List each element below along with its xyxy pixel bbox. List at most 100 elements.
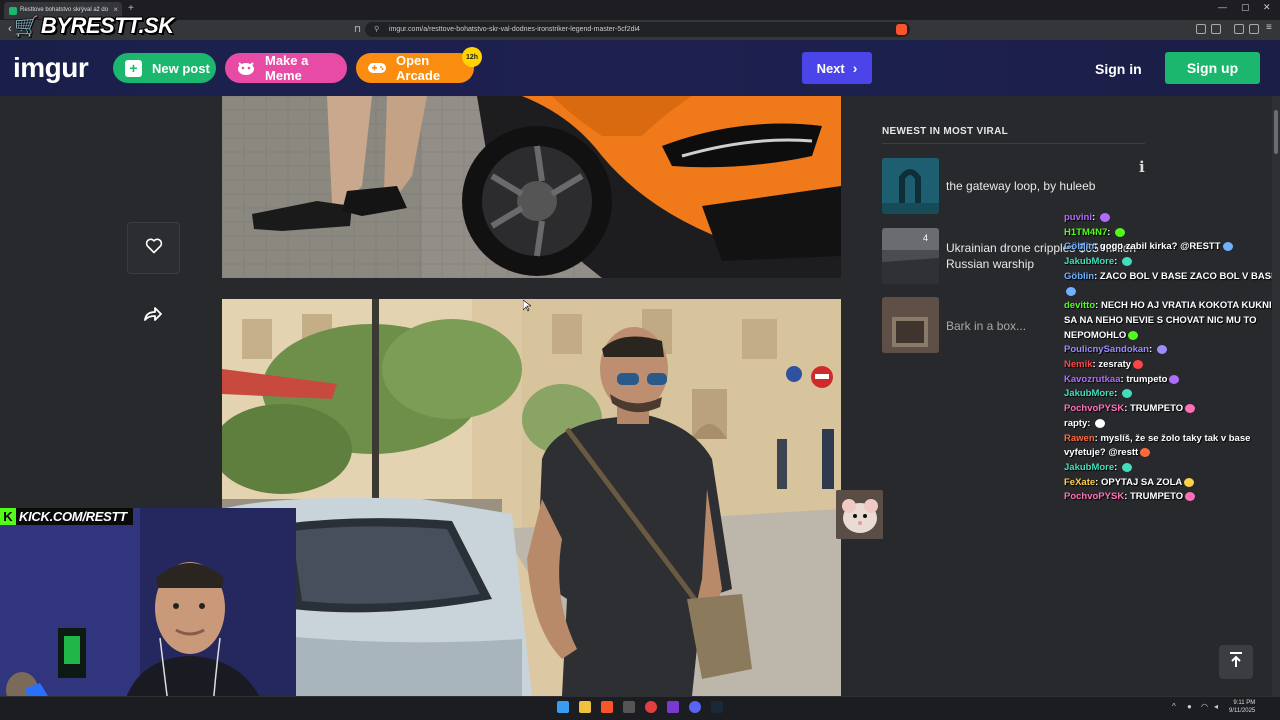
chat-separator: : — [1149, 344, 1155, 356]
wallet-icon[interactable] — [1211, 24, 1221, 34]
chat-username: H1TM4N7 — [1064, 226, 1108, 238]
sidebar-item-title[interactable]: the gateway loop, by huleeb — [946, 178, 1146, 194]
make-meme-label: Make a Meme — [265, 53, 309, 83]
info-icon[interactable]: i — [1139, 158, 1145, 176]
sidebar-thumb-bark[interactable] — [882, 297, 939, 353]
chat-message: puvini: — [1064, 211, 1278, 226]
tray-time: 9:11 PM — [1233, 700, 1256, 706]
streamer-webcam — [0, 508, 296, 720]
meme-face-icon — [237, 59, 255, 77]
brave-browser-icon[interactable] — [601, 701, 613, 713]
scroll-to-top-button[interactable] — [1219, 645, 1253, 679]
new-post-label: New post — [152, 60, 210, 76]
mouse-cursor-icon — [523, 300, 531, 312]
chat-message: Göblin: ZACO BOL V BASE ZACO BOL V BASE — [1064, 270, 1278, 299]
page-scrollbar[interactable] — [1272, 96, 1280, 696]
open-arcade-button[interactable]: Open Arcade — [356, 53, 474, 83]
chat-emote-icon — [1121, 462, 1132, 472]
wifi-icon[interactable]: ◠ — [1201, 702, 1208, 711]
mic-icon[interactable]: ● — [1187, 702, 1192, 711]
chevron-right-icon: › — [852, 60, 858, 76]
scrollbar-thumb[interactable] — [1274, 110, 1278, 154]
obs-icon[interactable] — [645, 701, 657, 713]
arrow-up-icon — [1229, 651, 1243, 673]
url-text: imgur.com/a/resttove-bohatstvo-skr-val-d… — [389, 26, 640, 33]
cart-icon: 🛒 — [14, 15, 39, 38]
tray-chevron-icon[interactable]: ^ — [1172, 702, 1176, 711]
chat-emote-icon — [1115, 227, 1126, 237]
terminal-icon[interactable] — [623, 701, 635, 713]
post-image-man — [222, 299, 841, 696]
chat-emote-icon — [1156, 345, 1167, 355]
address-bar[interactable]: ⚲ imgur.com/a/resttove-bohatstvo-skr-val… — [365, 22, 910, 37]
site-info-icon[interactable]: ⚲ — [374, 25, 379, 33]
kick-channel-banner: K KICK.COM/RESTT — [0, 508, 133, 525]
plus-icon: + — [125, 59, 142, 77]
next-post-button[interactable]: Next › — [802, 52, 872, 84]
back-icon[interactable]: ‹ — [8, 23, 12, 35]
sidebar-thumb-gateway[interactable] — [882, 158, 939, 214]
chat-message: Nemik: zesraty — [1064, 358, 1278, 373]
chat-separator: : — [1114, 461, 1120, 473]
browser-tab-bar: Resttove bohatstvo skrýval až do × + — ▢… — [0, 0, 1280, 20]
minimize-icon[interactable]: — — [1218, 2, 1227, 12]
chat-username: JakubMore — [1064, 461, 1115, 473]
kick-logo-icon: K — [0, 508, 16, 525]
steam-icon[interactable] — [711, 701, 723, 713]
favorite-button[interactable] — [127, 222, 180, 274]
chat-username: PochvoPYSK — [1064, 403, 1125, 415]
app-icon[interactable] — [667, 701, 679, 713]
chat-message: JakubMore: — [1064, 255, 1278, 270]
chat-emote-icon — [1066, 286, 1076, 296]
bookmark-icon[interactable]: ⊓ — [354, 24, 361, 35]
chat-emote-icon — [1121, 257, 1132, 267]
chat-separator: : — [1114, 256, 1120, 268]
chat-message: Kavozrutkaa: trumpeto — [1064, 373, 1278, 388]
chat-username: FeXate — [1064, 476, 1096, 488]
menu-icon[interactable]: ≡ — [1266, 22, 1272, 33]
mouse-reaction-image — [836, 490, 883, 539]
file-explorer-icon[interactable] — [579, 701, 591, 713]
stream-logo: 🛒 BYRESTT.SK — [14, 12, 174, 40]
chat-username: PochvoPYSK — [1064, 491, 1125, 503]
brave-shields-icon[interactable] — [896, 24, 907, 35]
make-meme-button[interactable]: Make a Meme — [225, 53, 347, 83]
next-label: Next — [816, 60, 845, 76]
maximize-icon[interactable]: ▢ — [1241, 2, 1250, 13]
chat-message: Rawen: myslíš, že se žolo taky tak v bas… — [1064, 432, 1278, 461]
chat-message: devitto: NECH HO AJ VRATIA KOKOTA KUKNI … — [1064, 299, 1278, 343]
chat-text: ZACO BOL V BASE ZACO BOL V BASE — [1099, 270, 1278, 282]
chat-emote-icon — [1140, 448, 1151, 458]
chat-emote-icon — [1095, 418, 1106, 428]
chat-username: Göblin — [1064, 241, 1095, 253]
sidebar-title: NEWEST IN MOST VIRAL — [882, 126, 1008, 137]
sidebar-thumb-drone[interactable] — [882, 228, 939, 284]
chat-username: puvini — [1064, 212, 1092, 223]
chat-emote-icon — [1099, 212, 1110, 222]
chat-message: JakubMore: — [1064, 461, 1278, 476]
new-post-button[interactable]: + New post — [113, 53, 216, 83]
extensions-icon[interactable] — [1196, 24, 1206, 34]
chat-separator: : — [1087, 417, 1094, 429]
share-arrow-icon — [143, 306, 163, 327]
start-icon[interactable] — [557, 701, 569, 713]
share-button[interactable] — [140, 303, 166, 329]
chat-text: trumpeto — [1126, 373, 1168, 385]
chat-message: PoulicnySandokan: — [1064, 343, 1278, 358]
sidebar-icon[interactable] — [1249, 24, 1259, 34]
imgur-logo[interactable]: imgur — [13, 52, 89, 84]
chat-emote-icon — [1133, 360, 1144, 370]
discord-icon[interactable] — [689, 701, 701, 713]
chat-username: JakubMore — [1064, 388, 1115, 400]
sign-in-link[interactable]: Sign in — [1095, 61, 1142, 77]
chat-username: Rawen — [1064, 432, 1095, 444]
gamepad-icon — [368, 59, 386, 77]
tray-clock[interactable]: 9:11 PM 9/11/2025 — [1229, 699, 1255, 715]
chat-separator: : — [1114, 388, 1120, 400]
heart-icon — [145, 238, 163, 259]
close-window-icon[interactable]: ✕ — [1263, 2, 1271, 13]
sign-up-button[interactable]: Sign up — [1165, 52, 1260, 84]
chat-emote-icon — [1185, 492, 1196, 502]
media-icon[interactable] — [1234, 24, 1244, 34]
volume-icon[interactable]: ◂ — [1214, 702, 1218, 711]
